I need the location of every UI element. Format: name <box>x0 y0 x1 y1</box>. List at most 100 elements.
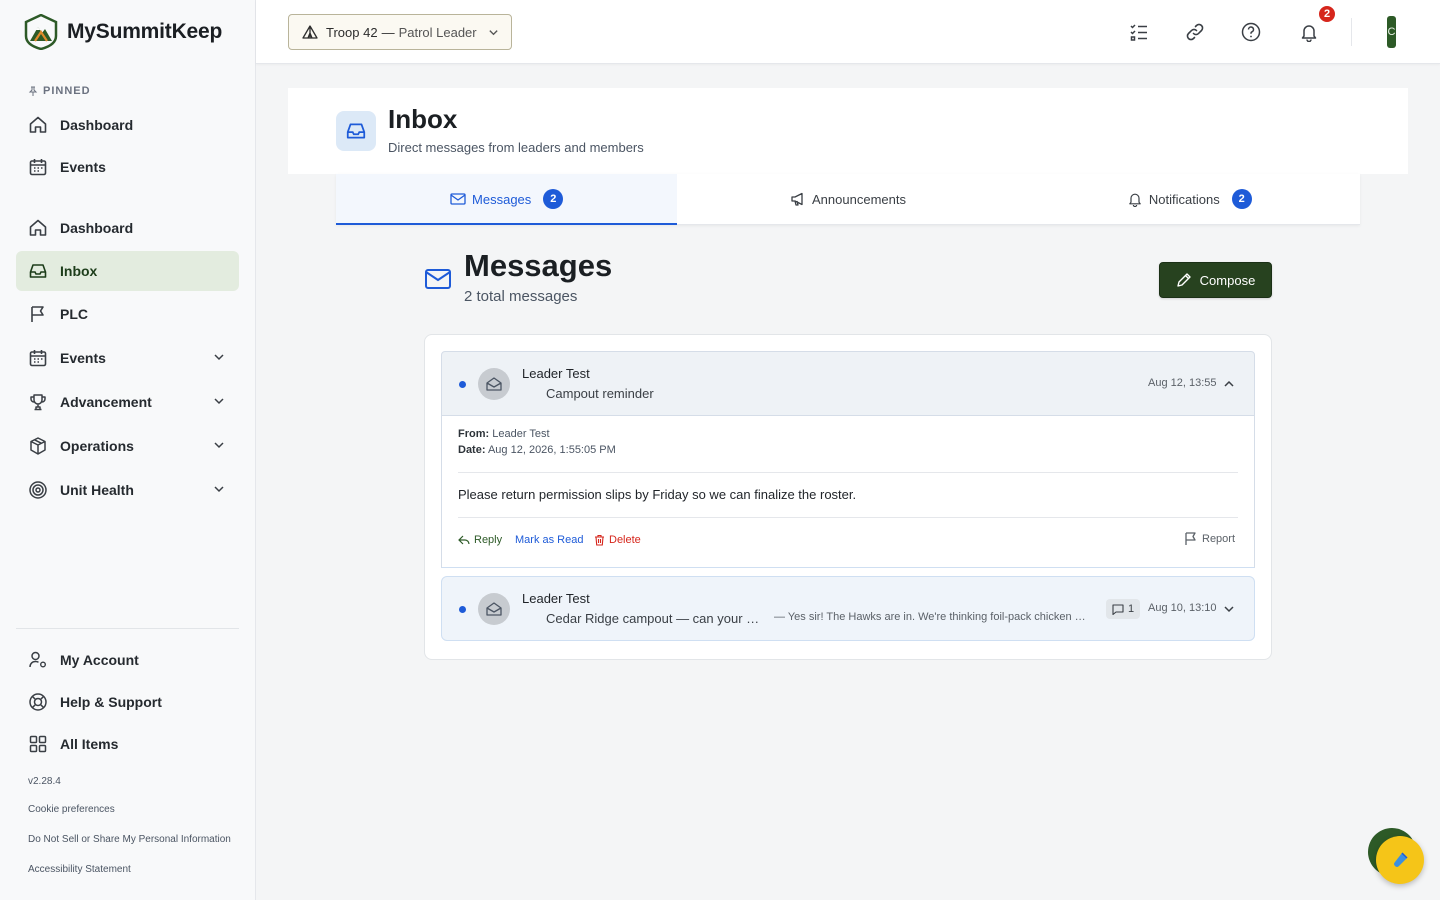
sidebar-item-help-support[interactable]: Help & Support <box>16 682 239 722</box>
tab-messages[interactable]: Messages 2 <box>336 174 678 225</box>
detail-divider <box>458 517 1238 518</box>
flask-button[interactable] <box>1376 836 1424 884</box>
report-button[interactable]: Report <box>1184 531 1235 546</box>
message-row[interactable]: Leader Test Campout reminder Aug 12, 13:… <box>441 351 1255 416</box>
megaphone-icon <box>791 192 803 206</box>
flask-icon <box>1394 852 1408 867</box>
compose-button[interactable]: Compose <box>1159 262 1272 298</box>
trash-icon <box>595 534 604 546</box>
message-date-line: Date: Aug 12, 2026, 1:55:05 PM <box>458 444 616 456</box>
link-icon[interactable] <box>1183 20 1207 44</box>
reply-count: 1 <box>1128 603 1135 615</box>
user-settings-icon <box>28 650 48 670</box>
target-icon <box>28 480 48 500</box>
chevron-up-icon[interactable] <box>1223 378 1235 390</box>
message-date: Aug 12, 13:55 <box>1148 377 1217 389</box>
trophy-icon <box>28 392 48 412</box>
pinned-section-label: PINNED <box>28 85 91 97</box>
chevron-down-icon <box>488 29 498 35</box>
notification-count-badge: 2 <box>1317 4 1337 24</box>
sidebar-item-my-account[interactable]: My Account <box>16 640 239 680</box>
tent-icon <box>302 25 318 39</box>
sidebar-item-label: All Items <box>60 736 119 752</box>
sidebar-item-inbox[interactable]: Inbox <box>16 251 239 291</box>
delete-label: Delete <box>609 534 641 546</box>
sidebar-item-label: My Account <box>60 652 139 668</box>
sidebar-item-label: PLC <box>60 306 88 322</box>
page-title: Inbox <box>388 104 458 134</box>
pinned-item-dashboard[interactable]: Dashboard <box>16 105 239 145</box>
message-preview: — Yes sir! The Hawks are in. We're think… <box>774 611 1086 623</box>
sidebar-item-label: Operations <box>60 438 134 454</box>
sidebar-item-plc[interactable]: PLC <box>16 294 239 334</box>
unit-role-selector[interactable]: Troop 42 — Patrol Leader <box>288 14 512 50</box>
tab-notifications[interactable]: Notifications 2 <box>1019 174 1360 224</box>
unread-indicator <box>459 606 466 613</box>
top-bar: Troop 42 — Patrol Leader 2 C <box>256 0 1440 64</box>
sidebar-item-label: Unit Health <box>60 482 134 498</box>
box-icon <box>28 436 48 456</box>
bell-icon <box>1129 193 1141 207</box>
toolbar-divider <box>1351 18 1352 46</box>
brand[interactable]: MySummitKeep <box>24 14 222 50</box>
mark-as-read-label: Mark as Read <box>515 534 584 546</box>
from-value: Leader Test <box>492 428 550 440</box>
unit-name: Troop 42 <box>326 24 378 40</box>
mark-as-read-button[interactable]: Mark as Read <box>515 534 583 546</box>
report-label: Report <box>1202 532 1236 545</box>
message-body: Please return permission slips by Friday… <box>458 487 857 502</box>
sidebar-item-dashboard[interactable]: Dashboard <box>16 208 239 248</box>
pinned-label-text: PINNED <box>43 85 91 97</box>
reply-icon <box>458 535 470 545</box>
message-date: Aug 10, 13:10 <box>1148 602 1217 614</box>
bell-icon[interactable] <box>1297 20 1321 44</box>
tab-count-badge: 2 <box>1231 189 1252 209</box>
message-row[interactable]: Leader Test Cedar Ridge campout — can yo… <box>441 576 1255 641</box>
mountain-logo-icon <box>24 14 58 50</box>
inbox-icon <box>336 111 376 151</box>
tab-label: Notifications <box>1148 191 1220 207</box>
user-avatar[interactable]: C <box>1387 16 1396 48</box>
reply-count-badge: 1 <box>1106 599 1141 619</box>
home-icon <box>28 115 48 135</box>
envelope-open-icon <box>478 593 510 625</box>
checklist-icon[interactable] <box>1127 20 1151 44</box>
sidebar-item-advancement[interactable]: Advancement <box>16 382 239 422</box>
lifebuoy-icon <box>28 692 48 712</box>
tab-label: Announcements <box>812 191 906 207</box>
calendar-icon <box>28 348 48 368</box>
sidebar-divider <box>16 628 239 629</box>
message-sender: Leader Test <box>522 366 590 381</box>
pin-icon <box>28 86 38 96</box>
tab-count-badge: 2 <box>543 189 564 209</box>
unit-role: Patrol Leader <box>398 24 477 40</box>
delete-button[interactable]: Delete <box>594 534 641 546</box>
brand-name: MySummitKeep <box>67 20 223 43</box>
sidebar-item-events[interactable]: Events <box>16 338 239 378</box>
chevron-down-icon <box>214 442 224 449</box>
chevron-down-icon <box>214 398 224 405</box>
sidebar-item-all-items[interactable]: All Items <box>16 724 239 764</box>
messages-count: 2 total messages <box>464 288 578 305</box>
sidebar-item-label: Advancement <box>60 394 152 410</box>
flag-icon <box>1185 532 1196 545</box>
pinned-item-events[interactable]: Events <box>16 147 239 187</box>
sidebar-item-unit-health[interactable]: Unit Health <box>16 470 239 510</box>
do-not-sell-link[interactable]: Do Not Sell or Share My Personal Informa… <box>28 834 231 845</box>
tab-label: Messages <box>472 191 532 207</box>
comment-icon <box>1112 603 1124 615</box>
tab-announcements[interactable]: Announcements <box>677 174 1018 224</box>
reply-label: Reply <box>474 534 503 546</box>
pinned-item-label: Events <box>60 159 106 175</box>
date-label: Date: <box>458 444 486 456</box>
help-icon[interactable] <box>1239 20 1263 44</box>
chevron-down-icon[interactable] <box>1223 603 1235 615</box>
sidebar-item-operations[interactable]: Operations <box>16 426 239 466</box>
accessibility-statement-link[interactable]: Accessibility Statement <box>28 864 131 875</box>
page-subtitle: Direct messages from leaders and members <box>388 140 644 155</box>
cookie-preferences-link[interactable]: Cookie preferences <box>28 804 115 815</box>
chevron-down-icon <box>214 354 224 361</box>
messages-title: Messages <box>464 248 613 283</box>
mail-icon <box>450 193 466 205</box>
reply-button[interactable]: Reply <box>458 534 502 546</box>
